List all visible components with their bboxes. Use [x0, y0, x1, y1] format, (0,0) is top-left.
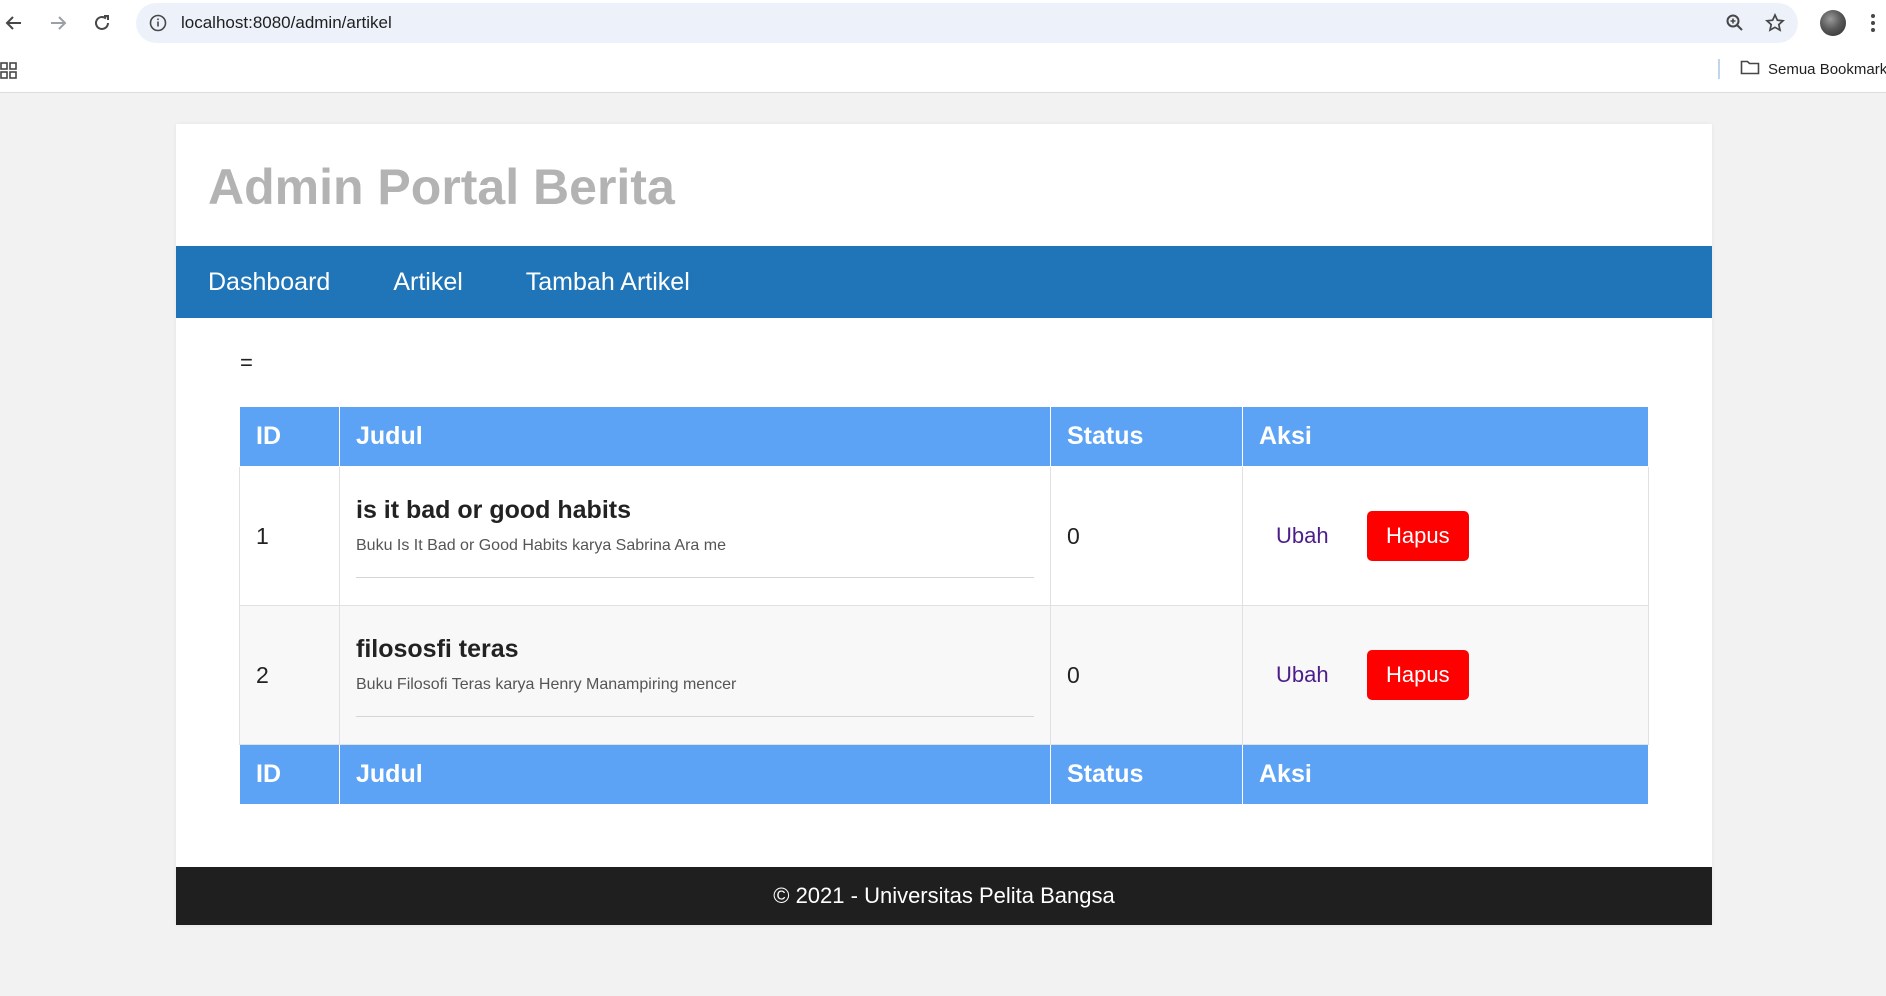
more-menu-icon[interactable]: [1866, 10, 1880, 36]
cell-status: 0: [1050, 466, 1243, 606]
cell-status: 0: [1050, 605, 1243, 745]
site-footer: © 2021 - Universitas Pelita Bangsa: [176, 867, 1712, 925]
article-description: Buku Filosofi Teras karya Henry Manampir…: [356, 676, 737, 693]
site-title: Admin Portal Berita: [208, 159, 675, 215]
edit-button[interactable]: Ubah: [1259, 513, 1346, 559]
nav-tambah-artikel[interactable]: Tambah Artikel: [526, 268, 690, 297]
footer-status: Status: [1050, 744, 1243, 805]
footer-text: © 2021 - Universitas Pelita Bangsa: [773, 883, 1115, 908]
cell-judul: filososfi teras Buku Filosofi Teras kary…: [339, 605, 1051, 745]
address-bar[interactable]: localhost:8080/admin/artikel: [136, 3, 1798, 43]
profile-avatar[interactable]: [1820, 10, 1846, 36]
header-judul: Judul: [339, 406, 1051, 467]
folder-icon: [1740, 58, 1760, 81]
article-divider: [356, 716, 1034, 717]
article-title: is it bad or good habits: [356, 496, 631, 524]
article-description: Buku Is It Bad or Good Habits karya Sabr…: [356, 537, 726, 554]
stray-text: =: [240, 350, 253, 375]
footer-id: ID: [239, 744, 340, 805]
all-bookmarks-button[interactable]: Semua Bookmark: [1740, 58, 1886, 81]
cell-aksi: Ubah Hapus: [1242, 605, 1649, 745]
table-row: 2 filososfi teras Buku Filosofi Teras ka…: [239, 605, 1649, 745]
cell-aksi: Ubah Hapus: [1242, 466, 1649, 606]
header-status: Status: [1050, 406, 1243, 467]
footer-judul: Judul: [339, 744, 1051, 805]
table-row: 1 is it bad or good habits Buku Is It Ba…: [239, 466, 1649, 606]
nav-dashboard[interactable]: Dashboard: [208, 268, 330, 297]
article-title: filososfi teras: [356, 635, 519, 663]
url-text[interactable]: localhost:8080/admin/artikel: [181, 13, 392, 33]
site-header: Admin Portal Berita: [176, 124, 1712, 246]
page-viewport: Admin Portal Berita Dashboard Artikel Ta…: [0, 93, 1886, 996]
footer-aksi: Aksi: [1242, 744, 1649, 805]
bookmarks-divider: [1718, 59, 1720, 79]
cell-id: 1: [239, 466, 340, 606]
main-navbar: Dashboard Artikel Tambah Artikel: [176, 246, 1712, 318]
cell-judul: is it bad or good habits Buku Is It Bad …: [339, 466, 1051, 606]
zoom-icon[interactable]: [1724, 12, 1746, 34]
reload-icon[interactable]: [88, 9, 116, 37]
article-divider: [356, 577, 1034, 578]
header-aksi: Aksi: [1242, 406, 1649, 467]
delete-button[interactable]: Hapus: [1366, 650, 1469, 700]
cell-id: 2: [239, 605, 340, 745]
main-container: Admin Portal Berita Dashboard Artikel Ta…: [176, 124, 1712, 925]
all-bookmarks-label: Semua Bookmark: [1768, 61, 1886, 78]
table-footer-row: ID Judul Status Aksi: [239, 744, 1649, 805]
star-icon[interactable]: [1764, 12, 1786, 34]
header-id: ID: [239, 406, 340, 467]
bookmarks-bar: Semua Bookmark: [0, 47, 1886, 93]
nav-artikel[interactable]: Artikel: [393, 268, 462, 297]
apps-grid-icon[interactable]: [0, 62, 18, 80]
browser-toolbar: localhost:8080/admin/artikel: [0, 0, 1886, 47]
site-info-icon[interactable]: [147, 12, 169, 34]
delete-button[interactable]: Hapus: [1366, 511, 1469, 561]
article-table: ID Judul Status Aksi 1 is it bad or good…: [239, 406, 1649, 805]
edit-button[interactable]: Ubah: [1259, 652, 1346, 698]
content-area: = ID Judul Status Aksi 1 is it bad or go…: [176, 318, 1712, 867]
forward-arrow-icon[interactable]: [44, 9, 72, 37]
table-header-row: ID Judul Status Aksi: [239, 406, 1649, 467]
back-arrow-icon[interactable]: [0, 9, 28, 37]
